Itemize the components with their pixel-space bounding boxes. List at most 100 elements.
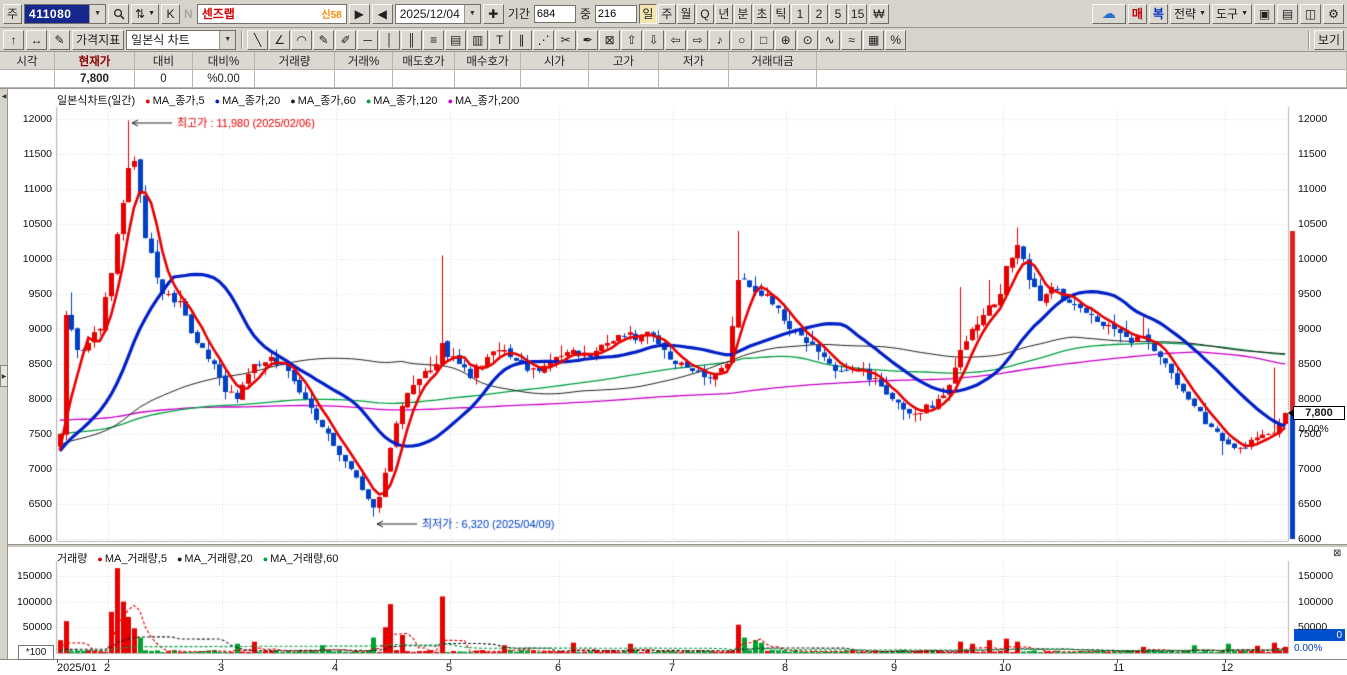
timeframe-주[interactable]: 주 xyxy=(657,3,676,24)
ma-legend-5: ● MA_종가,5 xyxy=(145,92,204,108)
chevron-down-icon[interactable]: ▼ xyxy=(463,4,480,23)
k-chart-button[interactable]: K xyxy=(161,3,181,24)
legend-dot-icon: ● xyxy=(447,96,453,106)
highlight-button[interactable]: ✐ xyxy=(335,29,357,50)
prev-stock-button[interactable]: ◀ xyxy=(371,3,393,24)
price-tag-pointer-icon xyxy=(1288,409,1294,417)
timeframe-5[interactable]: 5 xyxy=(828,3,847,24)
x-axis-tick xyxy=(673,659,674,663)
strategy-button[interactable]: 전략 ▼ xyxy=(1169,3,1210,24)
timeframe-월[interactable]: 월 xyxy=(676,3,695,24)
won-button[interactable]: ₩ xyxy=(869,3,889,24)
chart-type-combo[interactable]: 일본식 차트 ▼ xyxy=(126,29,237,50)
mid-input[interactable] xyxy=(594,4,637,23)
volume-pane-legend: 거래량 ● MA_거래량,5 ● MA_거래량,20 ● MA_거래량,60 xyxy=(57,550,338,566)
date-combo[interactable]: 2025/12/04 ▼ xyxy=(394,3,481,24)
legend-dot-icon: ● xyxy=(176,554,183,564)
band-button[interactable]: ▤ xyxy=(445,29,467,50)
timeframe-Q[interactable]: Q xyxy=(695,3,714,24)
save-button[interactable]: ◫ xyxy=(1300,3,1321,24)
price-chart-canvas[interactable] xyxy=(0,89,1347,544)
chevron-down-icon[interactable]: ▼ xyxy=(89,4,106,23)
vertical-line-button[interactable]: │ xyxy=(379,29,401,50)
timeframe-틱[interactable]: 틱 xyxy=(771,3,790,24)
stock-type-button[interactable]: 주 xyxy=(3,3,23,24)
write-button[interactable]: ✒ xyxy=(577,29,599,50)
zoom-window-button[interactable]: ⊙ xyxy=(797,29,819,50)
quote-value-9 xyxy=(589,70,659,88)
restore-button[interactable]: 복 xyxy=(1148,3,1168,24)
search-icon xyxy=(113,8,125,20)
percent-icon: % xyxy=(890,32,901,47)
date-value: 2025/12/04 xyxy=(399,6,460,21)
search-button[interactable] xyxy=(108,3,130,24)
compare-button[interactable]: ↔ xyxy=(26,29,47,50)
quote-value-7 xyxy=(455,70,521,88)
arc-button[interactable]: ◠ xyxy=(291,29,313,50)
expand-panel-handle[interactable]: ▶ xyxy=(0,365,8,387)
quote-value-5 xyxy=(335,70,393,88)
percent-button[interactable]: % xyxy=(885,29,907,50)
chart-window: 주 411080 ▼ ⇅ ▼ K N 센즈랩 신58 ▶ ◀ 2025/12/0… xyxy=(0,0,1347,675)
channel-button[interactable]: ∥ xyxy=(511,29,533,50)
trend-line-button[interactable]: ╲ xyxy=(247,29,269,50)
delete-drawing-button[interactable]: ⊠ xyxy=(599,29,621,50)
stock-code-combo[interactable]: 411080 ▼ xyxy=(24,3,107,24)
pen-button[interactable]: ✎ xyxy=(313,29,335,50)
wrench-button[interactable]: ⚙ xyxy=(1323,3,1344,24)
wave-button[interactable]: ∿ xyxy=(819,29,841,50)
close-pane-icon[interactable]: ⊠ xyxy=(1333,548,1341,559)
horizontal-line-icon: ─ xyxy=(363,32,372,47)
x-axis-tick xyxy=(450,659,451,663)
timeframe-일[interactable]: 일 xyxy=(638,3,657,24)
zoom-in-button[interactable]: ⊕ xyxy=(775,29,797,50)
dots-diagonal-icon: ⋰ xyxy=(537,32,550,47)
stock-name-field[interactable]: 센즈랩 신58 xyxy=(196,3,347,24)
grid-button[interactable]: ▥ xyxy=(467,29,489,50)
printer-button[interactable]: ▤ xyxy=(1277,3,1298,24)
cloud-save-button[interactable]: ☁ xyxy=(1091,3,1126,24)
tools-button[interactable]: 도구 ▼ xyxy=(1211,3,1252,24)
scissors-button[interactable]: ✂ xyxy=(555,29,577,50)
view-button[interactable]: 보기 xyxy=(1313,29,1344,50)
price-pane-title: 일본식차트(일간) xyxy=(57,95,136,107)
note-button[interactable]: ♪ xyxy=(709,29,731,50)
timeframe-초[interactable]: 초 xyxy=(752,3,771,24)
next-stock-button[interactable]: ▶ xyxy=(348,3,370,24)
arrow-left-button[interactable]: ⇦ xyxy=(665,29,687,50)
arrow-right-button[interactable]: ⇨ xyxy=(687,29,709,50)
x-axis-label-2025/01: 2025/01 xyxy=(57,662,97,674)
circle-tool-button[interactable]: ○ xyxy=(731,29,753,50)
price-indicator-button[interactable]: 가격지표 xyxy=(72,29,125,50)
arrow-down-button[interactable]: ⇩ xyxy=(643,29,665,50)
timeframe-분[interactable]: 분 xyxy=(733,3,752,24)
pattern-button[interactable]: ▦ xyxy=(863,29,885,50)
timeframe-15[interactable]: 15 xyxy=(847,3,868,24)
edit-button[interactable]: ✎ xyxy=(49,29,70,50)
double-vertical-button[interactable]: ║ xyxy=(401,29,423,50)
buy-mode-button[interactable]: 매 xyxy=(1127,3,1147,24)
fib-lines-button[interactable]: ≡ xyxy=(423,29,445,50)
horizontal-line-button[interactable]: ─ xyxy=(357,29,379,50)
timeframe-2[interactable]: 2 xyxy=(809,3,828,24)
collapse-left-icon[interactable]: ◀ xyxy=(0,93,8,100)
timeframe-1[interactable]: 1 xyxy=(790,3,809,24)
period-input[interactable] xyxy=(533,4,576,23)
arrow-up-button[interactable]: ⇧ xyxy=(621,29,643,50)
angle-line-button[interactable]: ∠ xyxy=(269,29,291,50)
quote-header-5: 거래% xyxy=(335,52,393,70)
zoom-in-icon: ⊕ xyxy=(780,32,791,47)
wave2-button[interactable]: ≈ xyxy=(841,29,863,50)
x-axis-label-6: 6 xyxy=(555,662,562,674)
calendar-button[interactable]: ✚ xyxy=(482,3,504,24)
channel-icon: ∥ xyxy=(518,32,525,47)
scroll-up-button[interactable]: ↑ xyxy=(3,29,24,50)
chevron-down-icon[interactable]: ▼ xyxy=(219,30,236,49)
sort-order-button[interactable]: ⇅ ▼ xyxy=(131,3,160,24)
text-tool-button[interactable]: T xyxy=(489,29,511,50)
window-button[interactable]: ▣ xyxy=(1254,3,1275,24)
timeframe-년[interactable]: 년 xyxy=(714,3,733,24)
price-pane-legend: 일본식차트(일간) ● MA_종가,5 ● MA_종가,20 ● MA_종가,60 ● MA_… xyxy=(57,92,519,108)
dots-diagonal-button[interactable]: ⋰ xyxy=(533,29,555,50)
rect-tool-button[interactable]: □ xyxy=(753,29,775,50)
